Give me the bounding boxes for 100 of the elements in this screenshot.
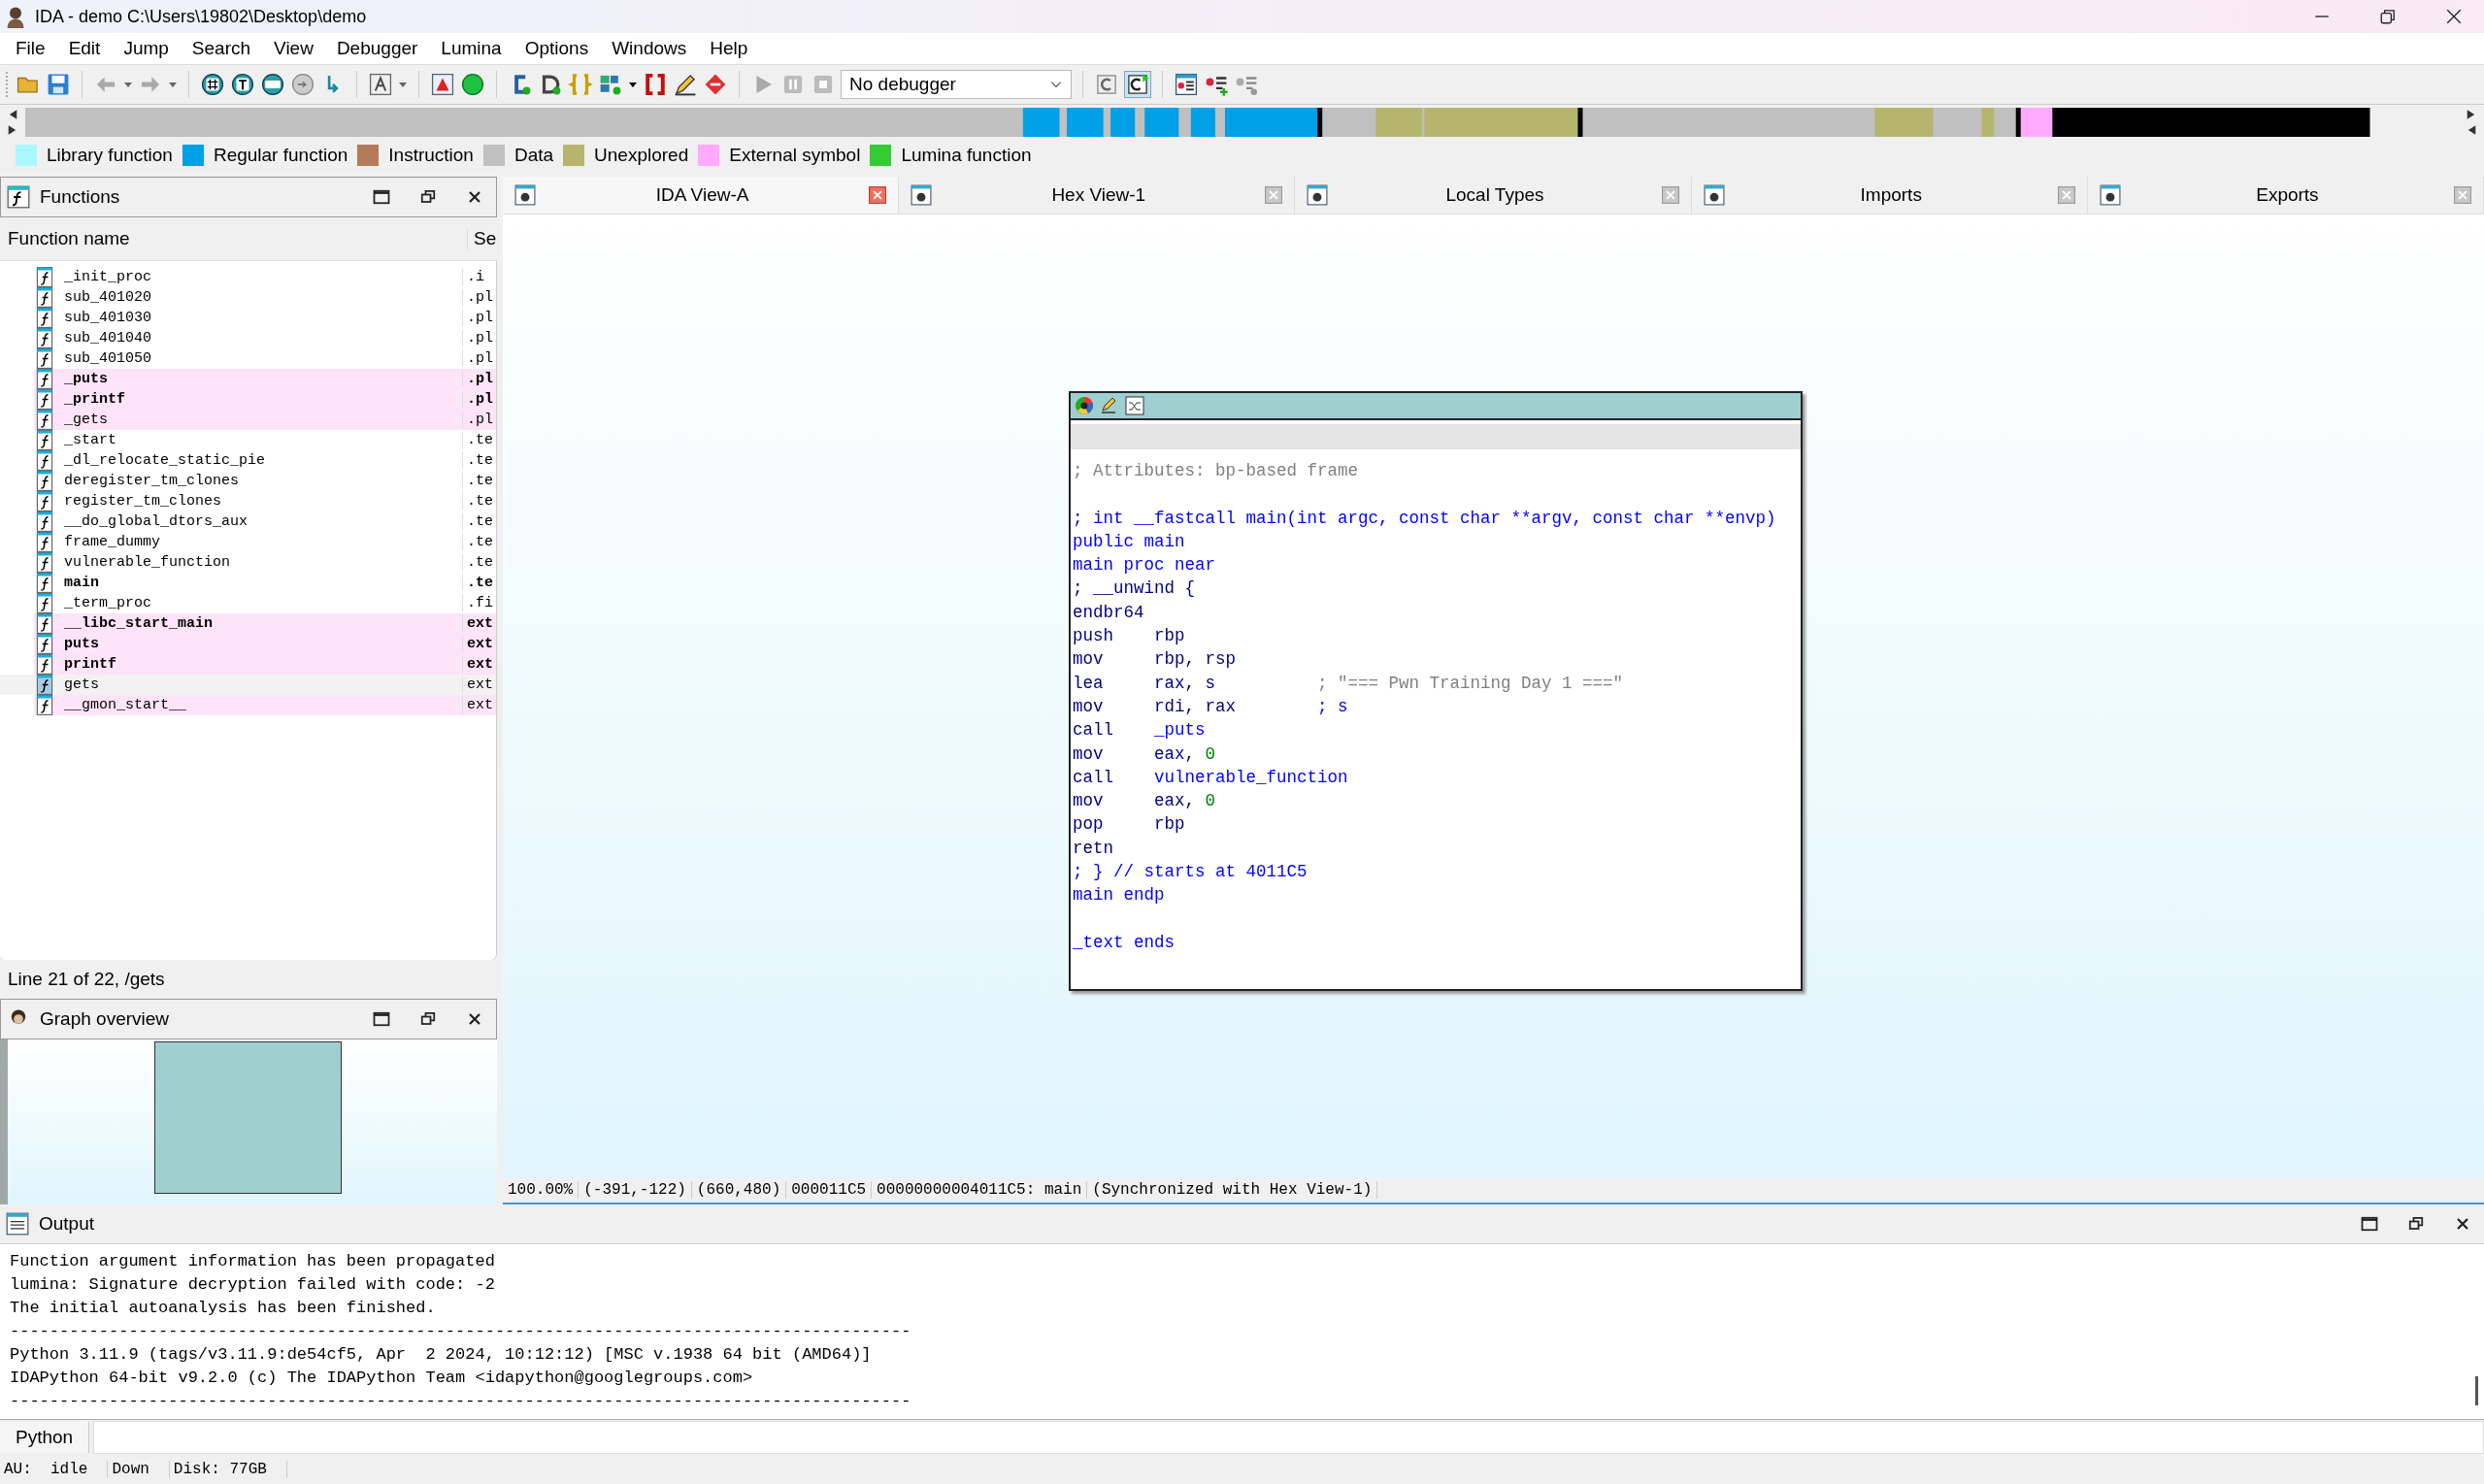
column-header[interactable]: Se xyxy=(468,228,497,249)
code-line: retn xyxy=(1073,837,1114,860)
output-line: ------------------------------------------------------------------------------------------- xyxy=(10,1391,912,1412)
segment-cell: ext xyxy=(462,656,496,673)
output-line: IDAPython 64-bit v9.2.0 (c) The IDAPython Team <idapython@googlegroups.com> xyxy=(10,1368,754,1389)
segment-cell: .te xyxy=(462,513,496,530)
code-line: endbr64 xyxy=(1073,601,1145,624)
function-row[interactable]: _dl_relocate_static_pie .te xyxy=(0,450,496,471)
function-name: deregister_tm_clones xyxy=(64,473,241,489)
function-row[interactable]: vulnerable_function .te xyxy=(0,552,496,573)
function-row[interactable]: main .te xyxy=(0,573,496,593)
function-name: __gmon_start__ xyxy=(64,697,188,713)
function-row[interactable]: _start .te xyxy=(0,430,496,450)
segment-cell: .te xyxy=(462,575,496,591)
output-line: Python 3.11.9 (tags/v3.11.9:de54cf5, Apr 2 2024, 10:12:12) [MSC v.1938 64 bit (AMD64)] xyxy=(10,1344,873,1366)
function-name: sub_401020 xyxy=(64,289,152,306)
segment-cell: .te xyxy=(462,473,496,489)
breakpoint-list-icon[interactable] xyxy=(1174,72,1199,97)
function-row[interactable]: frame_dummy .te xyxy=(0,532,496,552)
command-input[interactable] xyxy=(93,1421,2484,1454)
code-line: mov eax, 0 xyxy=(1073,742,1217,766)
menu-item[interactable]: Jump xyxy=(112,38,181,59)
function-row[interactable]: _term_proc .fi xyxy=(0,593,496,613)
tab[interactable]: IDA View-A xyxy=(503,177,900,214)
menu-item[interactable]: Windows xyxy=(600,38,699,59)
close-icon[interactable] xyxy=(2445,8,2463,25)
function-name: sub_401030 xyxy=(64,310,152,326)
function-name: _puts xyxy=(64,371,109,387)
menu-item[interactable]: Options xyxy=(513,38,601,59)
code-line: public main xyxy=(1073,530,1186,553)
menu-item[interactable]: Search xyxy=(180,38,263,59)
code-line: pop rbp xyxy=(1073,813,1186,837)
hash-circle-icon[interactable] xyxy=(200,72,225,97)
function-row[interactable]: sub_401030 .pl xyxy=(0,308,496,328)
font-box-icon[interactable] xyxy=(368,72,393,97)
status-cell: Disk: 77GB xyxy=(169,1461,287,1478)
maximize-icon[interactable] xyxy=(372,187,391,207)
menu-item[interactable]: Help xyxy=(698,38,760,59)
maximize-icon[interactable] xyxy=(372,1009,391,1029)
function-icon xyxy=(35,613,54,634)
function-row[interactable]: sub_401020 .pl xyxy=(0,287,496,308)
window-title: IDA - demo C:\Users\19802\Desktop\demo xyxy=(35,6,367,27)
menu-item[interactable]: File xyxy=(4,38,57,59)
color-wheel-icon[interactable] xyxy=(1075,396,1094,415)
output-line: ------------------------------------------------------------------------------------------- xyxy=(10,1321,912,1342)
view-status-cell: (-391,-122) xyxy=(579,1181,692,1199)
graph-viewport-rect[interactable] xyxy=(154,1041,342,1194)
segment-cell: .pl xyxy=(462,350,496,367)
segment-cell: ext xyxy=(462,615,496,632)
diamond-icon[interactable] xyxy=(703,72,728,97)
tab-icon xyxy=(1703,184,1725,206)
function-row[interactable]: sub_401040 .pl xyxy=(0,328,496,348)
code-line: ; int __fastcall main(int argc, const char **argv, const char **envp) xyxy=(1073,507,1777,530)
code-line: main endp xyxy=(1073,884,1166,907)
code-line: push rbp xyxy=(1073,625,1186,648)
function-icon xyxy=(35,308,54,328)
segment-cell: .te xyxy=(462,534,496,550)
function-name: register_tm_clones xyxy=(64,493,223,510)
restore-icon[interactable] xyxy=(2379,8,2397,25)
function-row[interactable]: register_tm_clones .te xyxy=(0,491,496,511)
code-line: call vulnerable_function xyxy=(1073,766,1349,789)
function-row[interactable]: sub_401050 .pl xyxy=(0,348,496,369)
function-name: main xyxy=(64,575,100,591)
pencil-icon[interactable] xyxy=(673,72,698,97)
binary-circle-icon[interactable] xyxy=(260,72,285,97)
panel-title: Output xyxy=(39,1213,95,1235)
text-circle-icon[interactable] xyxy=(230,72,255,97)
column-header[interactable]: Function name xyxy=(0,228,468,249)
code-line: _text ends xyxy=(1073,931,1176,954)
panel-title: Graph overview xyxy=(40,1008,170,1030)
graph-layout-icon[interactable] xyxy=(1125,396,1144,415)
maximize-icon[interactable] xyxy=(2360,1214,2379,1234)
function-icon xyxy=(35,552,54,573)
view-status-cell: 100.00% xyxy=(503,1181,580,1199)
debugger-select[interactable]: No debugger xyxy=(841,70,1072,99)
function-icon xyxy=(35,491,54,511)
legend-label: Unexplored xyxy=(594,145,689,166)
panel-title: Functions xyxy=(40,186,120,208)
circle-icon[interactable] xyxy=(460,72,485,97)
function-row[interactable]: gets ext xyxy=(0,675,496,695)
segment-cell: .te xyxy=(462,554,496,571)
function-row[interactable]: __do_global_dtors_aux .te xyxy=(0,511,496,532)
function-row[interactable]: _init_proc .i xyxy=(0,267,496,287)
menu-item[interactable]: View xyxy=(262,38,325,59)
language-button[interactable]: Python xyxy=(0,1422,90,1453)
tab-icon xyxy=(1307,184,1329,206)
segment-cell: .te xyxy=(462,493,496,510)
bracket-icon[interactable] xyxy=(643,72,668,97)
menu-item[interactable]: Edit xyxy=(56,38,113,59)
graph-node[interactable] xyxy=(1069,391,1803,991)
function-icon xyxy=(35,348,54,369)
menu-item[interactable]: Debugger xyxy=(324,38,430,59)
menu-item[interactable]: Lumina xyxy=(429,38,513,59)
pseudocode-icon[interactable] xyxy=(1124,71,1151,98)
save-icon[interactable] xyxy=(46,72,71,97)
segment-cell: .pl xyxy=(462,289,496,306)
status-cell: AU: idle xyxy=(0,1461,109,1478)
function-icon xyxy=(35,471,54,491)
function-row[interactable]: deregister_tm_clones .te xyxy=(0,471,496,491)
function-icon xyxy=(35,369,54,389)
